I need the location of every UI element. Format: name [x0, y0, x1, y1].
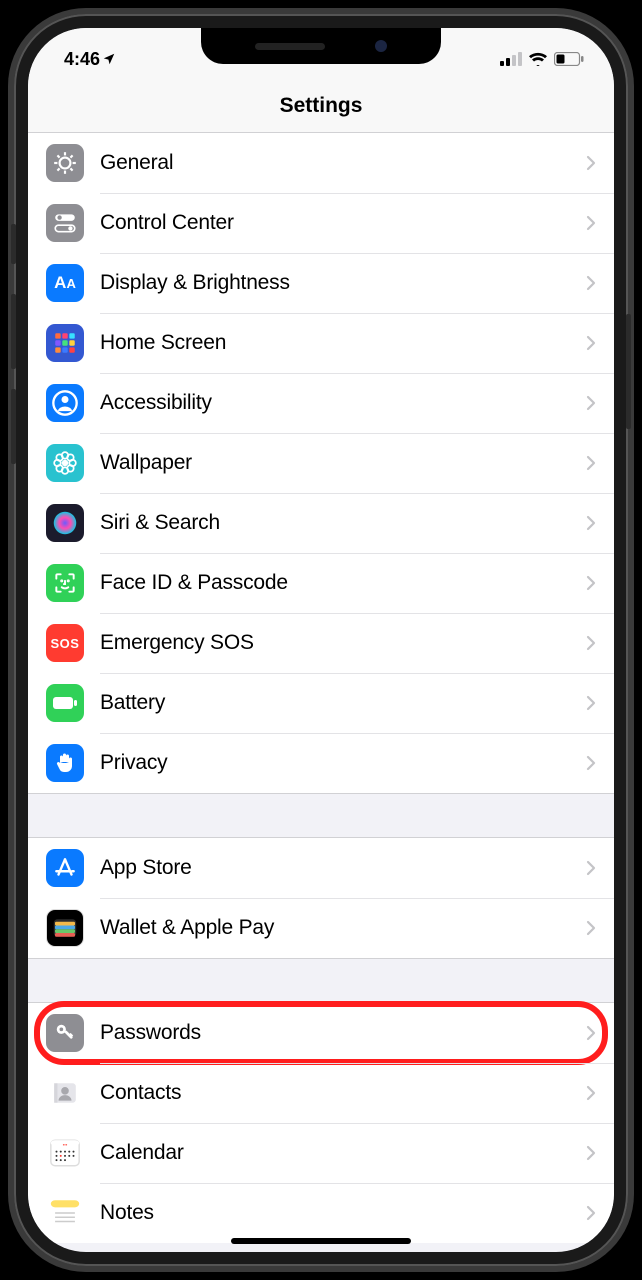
- row-label: Battery: [100, 691, 586, 715]
- hand-icon: [46, 744, 84, 782]
- row-label: Siri & Search: [100, 511, 586, 535]
- row-label: Control Center: [100, 211, 586, 235]
- row-label: Accessibility: [100, 391, 586, 415]
- row-label: Face ID & Passcode: [100, 571, 586, 595]
- settings-row-contacts[interactable]: Contacts: [28, 1063, 614, 1123]
- chevron-right-icon: [586, 635, 596, 651]
- toggles-icon: [46, 204, 84, 242]
- flower-icon: [46, 444, 84, 482]
- notch: [201, 28, 441, 64]
- settings-row-emergency-sos[interactable]: SOS Emergency SOS: [28, 613, 614, 673]
- group-separator: [28, 958, 614, 1003]
- svg-text:•••: •••: [63, 1143, 68, 1148]
- wallet-icon: [46, 909, 84, 947]
- chevron-right-icon: [586, 1145, 596, 1161]
- settings-row-accessibility[interactable]: Accessibility: [28, 373, 614, 433]
- chevron-right-icon: [586, 215, 596, 231]
- siri-icon: [46, 504, 84, 542]
- screen: 4:46: [28, 28, 614, 1252]
- group-separator: [28, 793, 614, 838]
- settings-row-privacy[interactable]: Privacy: [28, 733, 614, 793]
- settings-row-home-screen[interactable]: Home Screen: [28, 313, 614, 373]
- chevron-right-icon: [586, 1085, 596, 1101]
- wifi-icon: [528, 52, 548, 66]
- row-label: Notes: [100, 1201, 586, 1225]
- row-label: Home Screen: [100, 331, 586, 355]
- settings-row-display-brightness[interactable]: AA Display & Brightness: [28, 253, 614, 313]
- row-label: Wallet & Apple Pay: [100, 916, 586, 940]
- chevron-right-icon: [586, 395, 596, 411]
- settings-list[interactable]: General Control Center AA Display & Brightn…: [28, 133, 614, 1243]
- chevron-right-icon: [586, 335, 596, 351]
- key-icon: [46, 1014, 84, 1052]
- chevron-right-icon: [586, 755, 596, 771]
- status-time: 4:46: [64, 49, 116, 70]
- SOS-icon: SOS: [46, 624, 84, 662]
- settings-row-passwords[interactable]: Passwords: [28, 1003, 614, 1063]
- appstore-icon: [46, 849, 84, 887]
- phone-frame: 4:46: [14, 14, 628, 1266]
- battery-icon: [554, 52, 584, 66]
- settings-row-siri-search[interactable]: Siri & Search: [28, 493, 614, 553]
- location-arrow-icon: [102, 52, 116, 66]
- chevron-right-icon: [586, 575, 596, 591]
- chevron-right-icon: [586, 155, 596, 171]
- row-label: Privacy: [100, 751, 586, 775]
- chevron-right-icon: [586, 860, 596, 876]
- chevron-right-icon: [586, 275, 596, 291]
- row-label: General: [100, 151, 586, 175]
- row-label: Calendar: [100, 1141, 586, 1165]
- grid-icon: [46, 324, 84, 362]
- row-label: Emergency SOS: [100, 631, 586, 655]
- row-label: Wallpaper: [100, 451, 586, 475]
- person-circle-icon: [46, 384, 84, 422]
- cell-signal-icon: [500, 52, 522, 66]
- settings-row-wallet-apple-pay[interactable]: Wallet & Apple Pay: [28, 898, 614, 958]
- notes-icon: [46, 1194, 84, 1232]
- row-label: Display & Brightness: [100, 271, 586, 295]
- chevron-right-icon: [586, 1025, 596, 1041]
- settings-row-faceid-passcode[interactable]: Face ID & Passcode: [28, 553, 614, 613]
- chevron-right-icon: [586, 455, 596, 471]
- AA-icon: AA: [46, 264, 84, 302]
- row-label: Passwords: [100, 1021, 586, 1045]
- face-icon: [46, 564, 84, 602]
- battery-icon: [46, 684, 84, 722]
- contacts-icon: [46, 1074, 84, 1112]
- settings-row-control-center[interactable]: Control Center: [28, 193, 614, 253]
- settings-row-notes[interactable]: Notes: [28, 1183, 614, 1243]
- page-title: Settings: [28, 94, 614, 118]
- row-label: App Store: [100, 856, 586, 880]
- chevron-right-icon: [586, 695, 596, 711]
- chevron-right-icon: [586, 515, 596, 531]
- settings-row-app-store[interactable]: App Store: [28, 838, 614, 898]
- settings-row-general[interactable]: General: [28, 133, 614, 193]
- page-header: Settings: [28, 80, 614, 133]
- chevron-right-icon: [586, 1205, 596, 1221]
- chevron-right-icon: [586, 920, 596, 936]
- settings-row-calendar[interactable]: ••• Calendar: [28, 1123, 614, 1183]
- settings-row-wallpaper[interactable]: Wallpaper: [28, 433, 614, 493]
- calendar-icon: •••: [46, 1134, 84, 1172]
- row-label: Contacts: [100, 1081, 586, 1105]
- settings-row-battery[interactable]: Battery: [28, 673, 614, 733]
- gear-icon: [46, 144, 84, 182]
- home-indicator[interactable]: [231, 1238, 411, 1244]
